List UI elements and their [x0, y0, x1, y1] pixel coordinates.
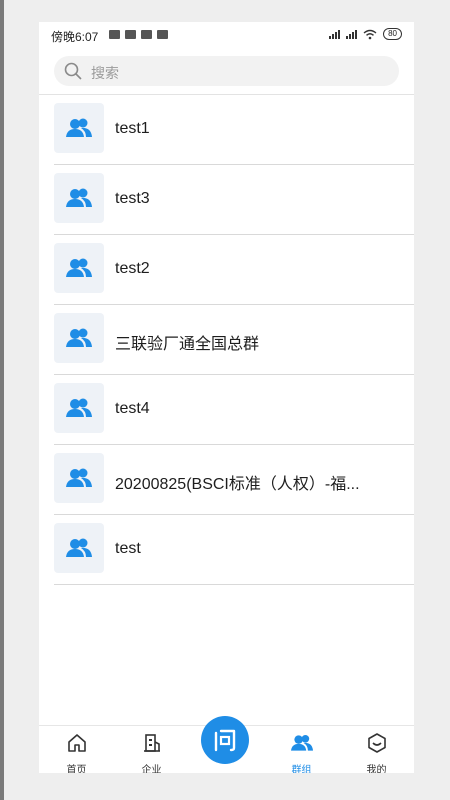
tab-mine[interactable]: 我的: [339, 726, 414, 773]
group-item[interactable]: 三联验厂通全国总群: [39, 305, 414, 375]
signal-icon: [346, 29, 358, 39]
notification-icon: [157, 30, 168, 39]
people-icon: [66, 258, 92, 277]
hd-signal-icon: [329, 29, 341, 39]
question-icon: [214, 729, 236, 752]
people-icon: [66, 118, 92, 137]
search-input[interactable]: 搜索: [54, 56, 399, 86]
group-name: test2: [115, 260, 150, 277]
group-item[interactable]: test1: [39, 95, 414, 165]
group-name: test: [115, 540, 141, 557]
tab-home-label: 首页: [66, 765, 87, 773]
group-item[interactable]: test2: [39, 235, 414, 305]
group-avatar: [54, 103, 104, 153]
message-icon: [125, 30, 136, 39]
group-list: test1 test3 test2 三联验厂通全国总群 test4 202008…: [39, 95, 414, 585]
people-icon: [66, 328, 92, 347]
app-screen: 傍晚6:07 80 搜索 test1 test3 test2 三联验厂通全国总群…: [39, 22, 414, 773]
smile-icon: [368, 733, 386, 753]
ask-button[interactable]: [201, 716, 249, 764]
group-avatar: [54, 313, 104, 363]
tab-company-label: 企业: [141, 765, 162, 773]
tab-groups[interactable]: 群组: [264, 726, 339, 773]
group-avatar: [54, 523, 104, 573]
wifi-icon: [363, 29, 377, 39]
message-icon: [109, 30, 120, 39]
people-icon: [66, 188, 92, 207]
group-avatar: [54, 453, 104, 503]
group-item[interactable]: test3: [39, 165, 414, 235]
tab-home[interactable]: 首页: [39, 726, 114, 773]
group-item[interactable]: test4: [39, 375, 414, 445]
tab-groups-label: 群组: [291, 765, 312, 773]
people-icon: [66, 468, 92, 487]
divider: [54, 584, 414, 585]
battery-icon: 80: [383, 28, 402, 40]
people-icon: [66, 538, 92, 557]
status-time: 傍晚6:07: [51, 30, 99, 44]
group-name: test1: [115, 120, 150, 137]
group-item[interactable]: 20200825(BSCI标准（人权）-福...: [39, 445, 414, 515]
building-icon: [144, 734, 160, 752]
tab-mine-label: 我的: [366, 765, 387, 773]
download-icon: [141, 30, 152, 39]
group-item[interactable]: test: [39, 515, 414, 585]
group-avatar: [54, 173, 104, 223]
group-name: 20200825(BSCI标准（人权）-福...: [115, 476, 360, 493]
group-name: test4: [115, 400, 150, 417]
window-edge: [0, 0, 4, 800]
people-icon: [66, 398, 92, 417]
search-placeholder: 搜索: [91, 65, 119, 81]
group-name: 三联验厂通全国总群: [115, 336, 260, 353]
tab-company[interactable]: 企业: [114, 726, 189, 773]
users-icon: [291, 734, 313, 751]
group-avatar: [54, 383, 104, 433]
group-name: test3: [115, 190, 150, 207]
status-bar: 傍晚6:07 80: [39, 22, 414, 48]
search-icon: [64, 62, 82, 80]
group-avatar: [54, 243, 104, 293]
home-icon: [68, 734, 86, 752]
